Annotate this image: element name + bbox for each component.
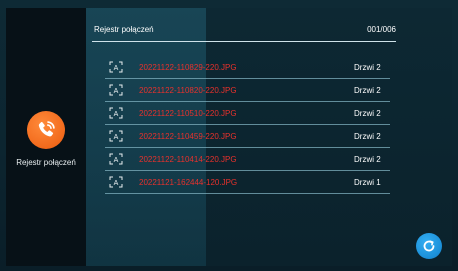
- photo-record-icon: A: [109, 84, 123, 96]
- record-door: Drzwi 2: [354, 86, 381, 95]
- screen: Rejestr połączeń Rejestr połączeń 001/00…: [0, 0, 458, 271]
- record-door: Drzwi 1: [354, 178, 381, 187]
- record-filename: 20221121-162444-120.JPG: [139, 178, 238, 187]
- list-item[interactable]: A 20221122-110510-220.JPG Drzwi 2: [105, 102, 399, 125]
- svg-text:A: A: [114, 65, 119, 72]
- list-item[interactable]: A 20221122-110459-220.JPG Drzwi 2: [105, 125, 399, 148]
- record-filename: 20221122-110829-220.JPG: [139, 63, 237, 72]
- record-door: Drzwi 2: [354, 155, 381, 164]
- svg-text:A: A: [114, 88, 119, 95]
- record-filename: 20221122-110414-220.JPG: [139, 155, 237, 164]
- row-divider: [105, 193, 390, 194]
- photo-record-icon: A: [109, 130, 123, 142]
- header-divider: [92, 41, 396, 42]
- refresh-button[interactable]: [416, 233, 442, 259]
- record-filename: 20221122-110820-220.JPG: [139, 86, 237, 95]
- record-filename: 20221122-110459-220.JPG: [139, 132, 237, 141]
- page-counter: 001/006: [367, 25, 396, 34]
- svg-text:A: A: [114, 180, 119, 187]
- svg-text:A: A: [114, 157, 119, 164]
- record-filename: 20221122-110510-220.JPG: [139, 109, 237, 118]
- list-item[interactable]: A 20221122-110414-220.JPG Drzwi 2: [105, 148, 399, 171]
- page-title: Rejestr połączeń: [94, 25, 154, 34]
- sidebar-label: Rejestr połączeń: [16, 158, 76, 167]
- phone-call-log-icon[interactable]: [27, 111, 65, 149]
- svg-text:A: A: [114, 111, 119, 118]
- list-item[interactable]: A 20221122-110829-220.JPG Drzwi 2: [105, 56, 399, 79]
- list-item[interactable]: A 20221122-110820-220.JPG Drzwi 2: [105, 79, 399, 102]
- phone-icon: [38, 121, 55, 137]
- svg-text:A: A: [114, 134, 119, 141]
- photo-record-icon: A: [109, 107, 123, 119]
- photo-record-icon: A: [109, 153, 123, 165]
- call-log-panel: Rejestr połączeń 001/006 A 20221122-1108…: [86, 8, 452, 266]
- photo-record-icon: A: [109, 176, 123, 188]
- refresh-icon: [423, 240, 435, 252]
- record-door: Drzwi 2: [354, 109, 381, 118]
- record-door: Drzwi 2: [354, 63, 381, 72]
- record-door: Drzwi 2: [354, 132, 381, 141]
- sidebar: Rejestr połączeń: [6, 8, 86, 266]
- list-item[interactable]: A 20221121-162444-120.JPG Drzwi 1: [105, 171, 399, 194]
- photo-record-icon: A: [109, 61, 123, 73]
